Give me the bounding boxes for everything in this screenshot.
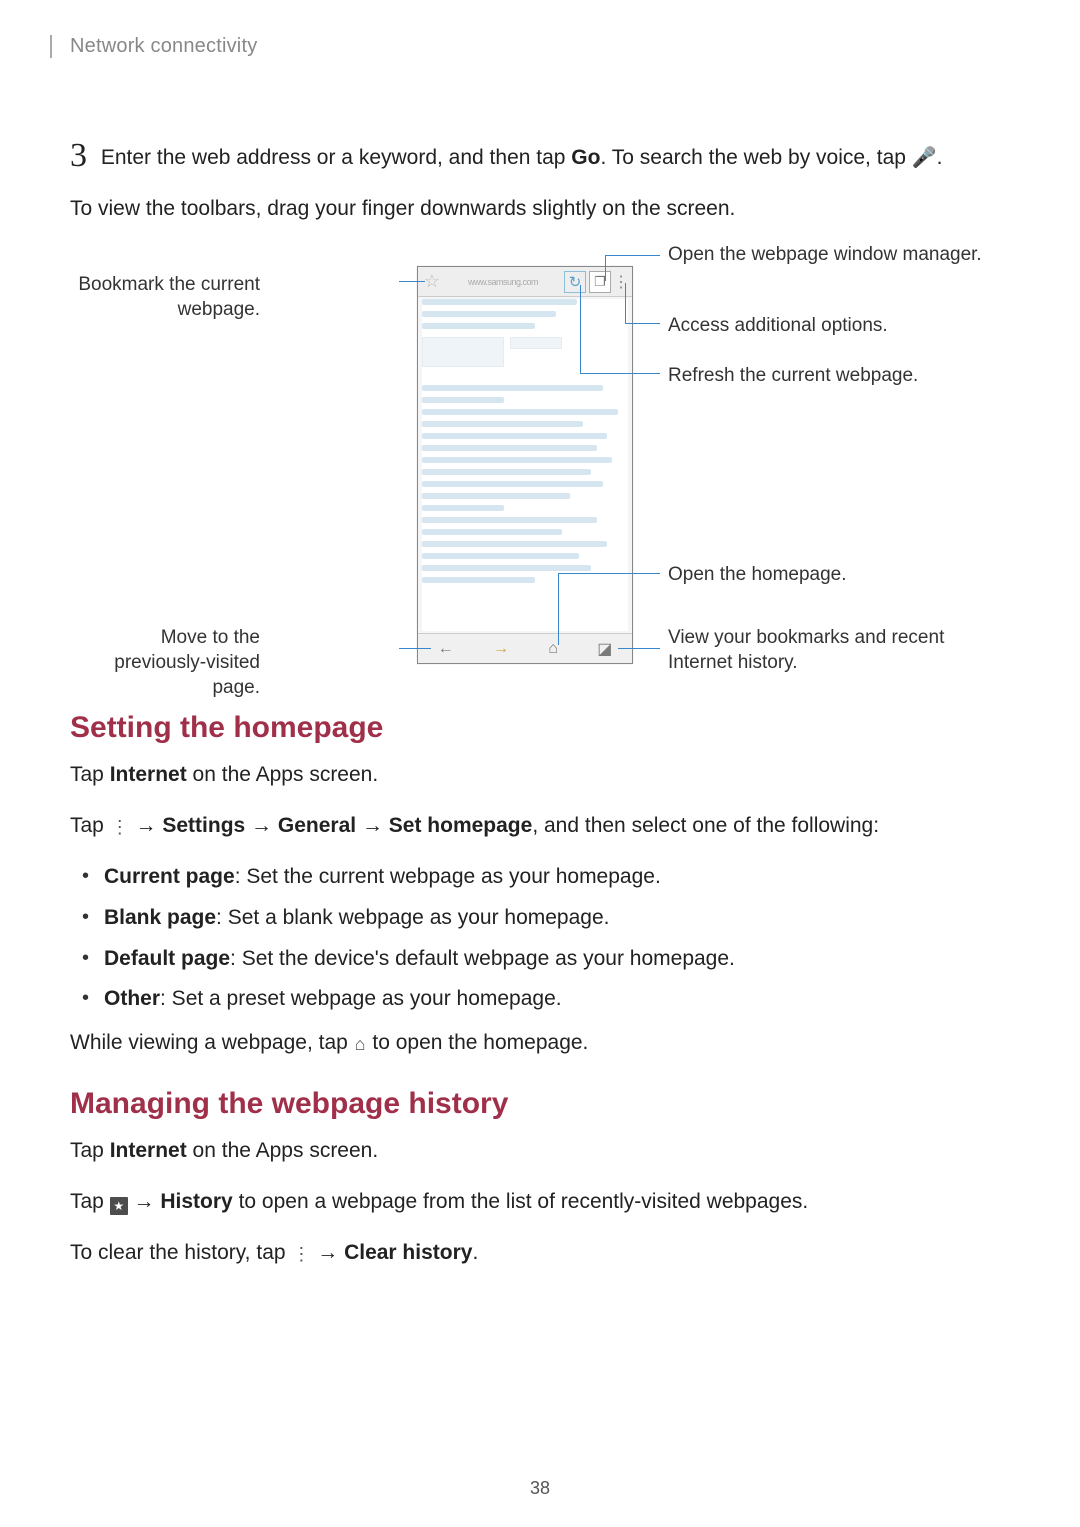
text: Tap	[70, 1190, 110, 1213]
label-windowmgr: Open the webpage window manager.	[668, 243, 982, 268]
step-3: 3 Enter the web address or a keyword, an…	[70, 128, 1010, 181]
refresh-icon: ↻	[564, 271, 586, 293]
label-homepage: Open the homepage.	[668, 563, 847, 588]
browser-diagram: ☆ www.samsung.com ↻ ❐ ⋮	[70, 243, 1010, 683]
opt-label: Current page	[104, 865, 235, 888]
mic-icon: 🎤	[912, 147, 937, 169]
connector	[558, 573, 660, 574]
heading-set-homepage: Setting the homepage	[70, 711, 1010, 745]
text: to open a webpage from the list of recen…	[233, 1190, 809, 1213]
app-internet: Internet	[110, 763, 187, 786]
label-refresh: Refresh the current webpage.	[668, 364, 918, 389]
arrow: →	[128, 1190, 161, 1213]
connector	[399, 648, 431, 649]
forward-icon: →	[493, 640, 509, 658]
app-internet: Internet	[110, 1139, 187, 1162]
address-bar: ☆ www.samsung.com ↻ ❐ ⋮	[418, 267, 632, 297]
step-text-c: . To search the web by voice, tap	[600, 146, 911, 169]
step-number: 3	[70, 137, 87, 174]
toolbars-note: To view the toolbars, drag your finger d…	[70, 193, 1010, 226]
opt-desc: : Set the device's default webpage as yo…	[230, 947, 735, 970]
step-text-a: Enter the web address or a keyword, and …	[101, 146, 571, 169]
connector	[558, 573, 559, 645]
bookmark-icon: ◪	[597, 639, 612, 659]
text: While viewing a webpage, tap	[70, 1031, 354, 1054]
connector	[580, 285, 581, 373]
label-moreoptions: Access additional options.	[668, 314, 888, 339]
menu-settings: Settings	[162, 814, 245, 837]
bottom-bar: ← → ⌂ ◪	[418, 633, 632, 663]
s2-p3: To clear the history, tap ⋮ → Clear hist…	[70, 1237, 1010, 1270]
text: Tap	[70, 1139, 110, 1162]
connector	[605, 255, 606, 281]
step-text-d: .	[937, 146, 943, 169]
text: Tap	[70, 763, 110, 786]
s1-p3: While viewing a webpage, tap ⌂ to open t…	[70, 1027, 1010, 1060]
opt-label: Other	[104, 987, 160, 1010]
connector	[625, 283, 626, 323]
more-icon: ⋮	[291, 1241, 311, 1269]
text: Tap	[70, 814, 110, 837]
opt-desc: : Set a preset webpage as your homepage.	[160, 987, 562, 1010]
text: To clear the history, tap	[70, 1241, 291, 1264]
s2-p2: Tap ★ → History to open a webpage from t…	[70, 1186, 1010, 1219]
heading-manage-history: Managing the webpage history	[70, 1087, 1010, 1121]
opt-desc: : Set a blank webpage as your homepage.	[216, 906, 609, 929]
homepage-options: Current page: Set the current webpage as…	[104, 860, 1010, 1017]
text: on the Apps screen.	[187, 763, 378, 786]
connector	[625, 323, 660, 324]
connector	[399, 281, 425, 282]
breadcrumb: Network connectivity	[50, 35, 1010, 58]
opt-label: Default page	[104, 947, 230, 970]
arrow: →	[130, 814, 163, 837]
phone-content	[422, 299, 628, 631]
s1-p2: Tap ⋮ → Settings → General → Set homepag…	[70, 810, 1010, 843]
page-number: 38	[0, 1478, 1080, 1499]
menu-history: History	[160, 1190, 232, 1213]
label-prevpage: Move to the previously-visited page.	[70, 626, 260, 700]
connector	[605, 255, 660, 256]
s1-p1: Tap Internet on the Apps screen.	[70, 759, 1010, 792]
menu-clear-history: Clear history	[344, 1241, 472, 1264]
step-go: Go	[571, 146, 600, 169]
menu-general: General	[278, 814, 356, 837]
arrow: →	[356, 814, 389, 837]
text: on the Apps screen.	[187, 1139, 378, 1162]
windows-icon: ❐	[589, 271, 611, 293]
label-bookmarks-history: View your bookmarks and recent Internet …	[668, 626, 1010, 675]
option-current-page: Current page: Set the current webpage as…	[104, 860, 1010, 895]
url-text: www.samsung.com	[445, 271, 561, 293]
arrow: →	[245, 814, 278, 837]
option-blank-page: Blank page: Set a blank webpage as your …	[104, 901, 1010, 936]
option-other: Other: Set a preset webpage as your home…	[104, 982, 1010, 1017]
text: , and then select one of the following:	[532, 814, 879, 837]
arrow: →	[311, 1241, 344, 1264]
star-icon: ☆	[422, 271, 442, 293]
text: to open the homepage.	[367, 1031, 589, 1054]
more-icon: ⋮	[110, 814, 130, 842]
label-bookmark: Bookmark the current webpage.	[70, 273, 260, 322]
menu-set-homepage: Set homepage	[389, 814, 533, 837]
opt-desc: : Set the current webpage as your homepa…	[235, 865, 661, 888]
bookmark-icon: ★	[110, 1197, 128, 1215]
page: Network connectivity 3 Enter the web add…	[0, 0, 1080, 1307]
back-icon: ←	[438, 640, 454, 658]
option-default-page: Default page: Set the device's default w…	[104, 942, 1010, 977]
home-icon: ⌂	[354, 1031, 367, 1059]
s2-p1: Tap Internet on the Apps screen.	[70, 1135, 1010, 1168]
text: .	[472, 1241, 478, 1264]
opt-label: Blank page	[104, 906, 216, 929]
connector	[618, 648, 660, 649]
home-icon: ⌂	[548, 640, 558, 658]
phone-frame: ☆ www.samsung.com ↻ ❐ ⋮	[417, 266, 633, 664]
connector	[580, 373, 660, 374]
